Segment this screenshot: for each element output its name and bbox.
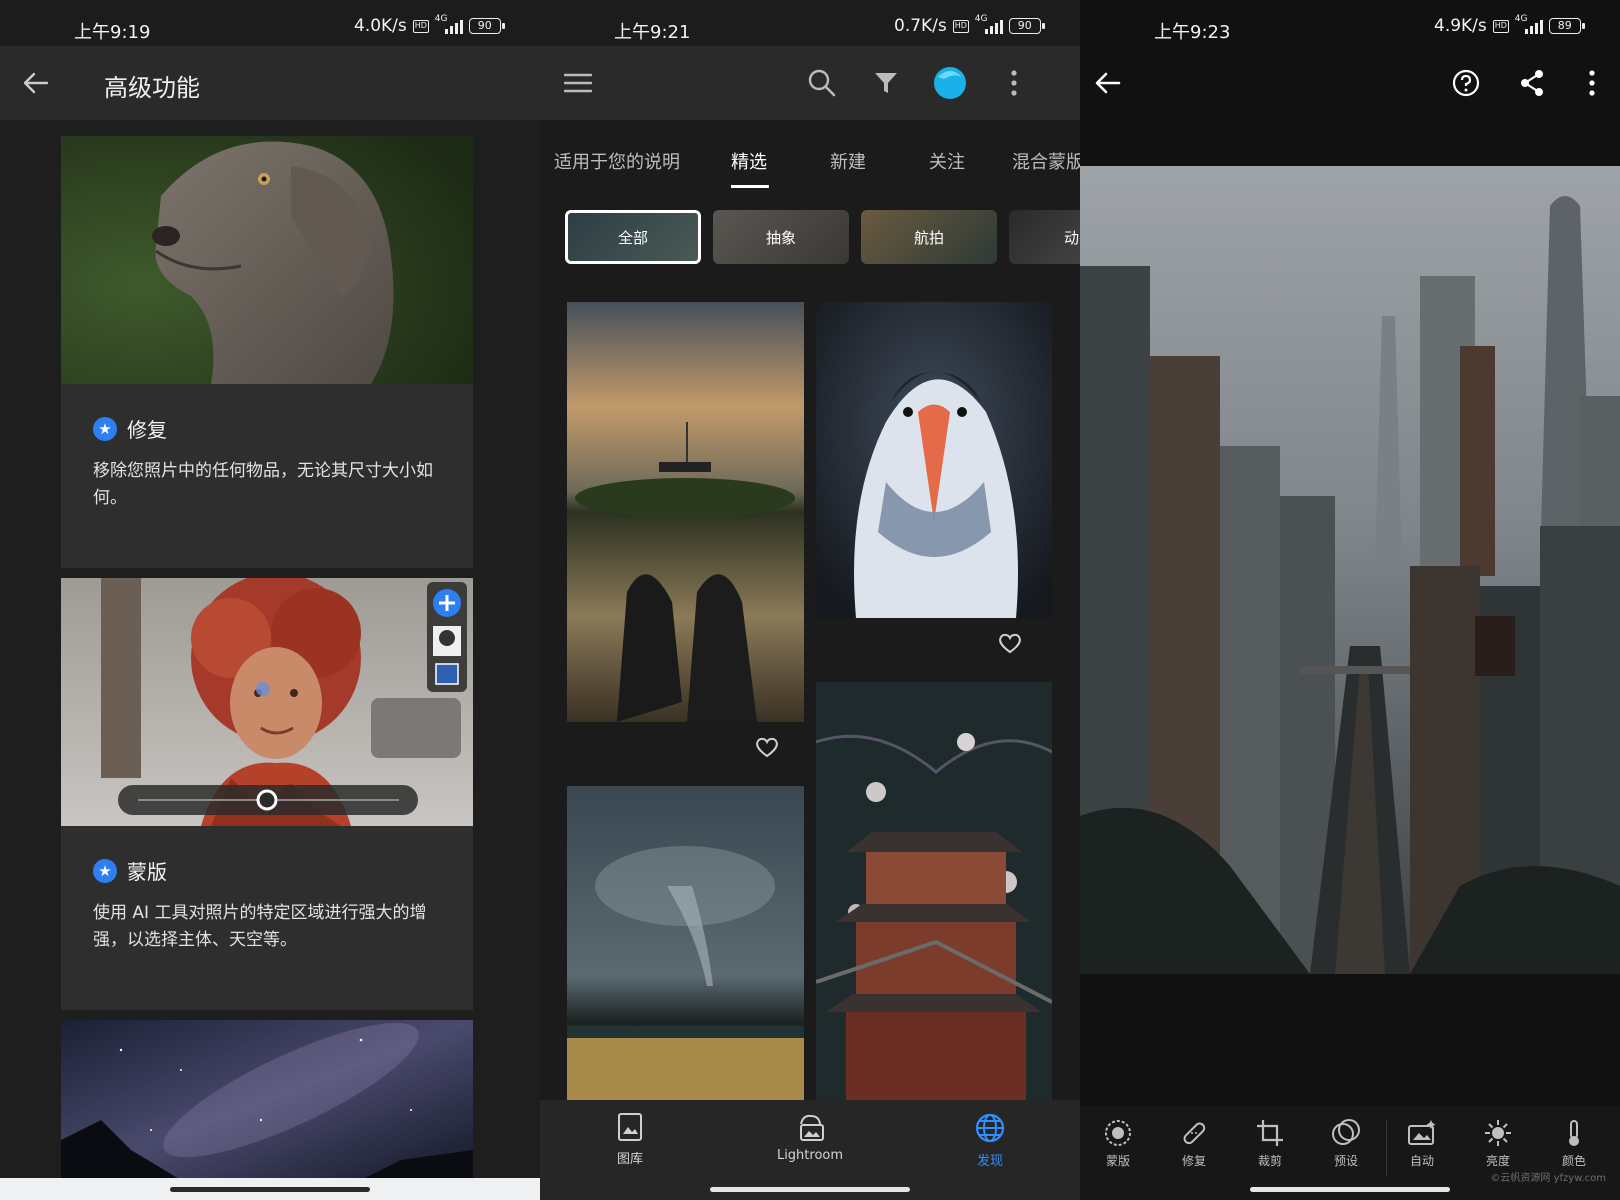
chip-all[interactable]: 全部: [565, 210, 701, 264]
card-description: 移除您照片中的任何物品，无论其尺寸大小如何。: [93, 461, 433, 508]
home-indicator[interactable]: [170, 1187, 370, 1192]
filter-icon[interactable]: [866, 63, 906, 103]
star-icon: ★: [93, 858, 117, 883]
status-right: 0.7K/s HD 4G 90: [894, 14, 1045, 36]
advanced-features-screen: 上午9:19 4.0K/s HD 4G 90 高级功能 ★ 修复 移除您照片中的…: [0, 0, 540, 1200]
top-app-bar: 高级功能: [0, 46, 540, 120]
battery-icon: 90: [468, 18, 505, 34]
more-vert-icon[interactable]: [1572, 63, 1612, 103]
hd-icon: HD: [412, 19, 429, 33]
status-bar: 上午9:23 4.9K/s HD 4G 89: [1080, 0, 1620, 46]
mask-title-row: ★ 蒙版: [93, 856, 167, 885]
auto-icon: [1408, 1120, 1436, 1145]
active-tab-indicator: [731, 185, 769, 188]
presets-icon: [1332, 1119, 1360, 1145]
tab-new[interactable]: 新建: [830, 148, 866, 174]
heal-title-row: ★ 修复: [93, 414, 167, 443]
tab-following[interactable]: 关注: [929, 148, 965, 174]
hd-icon: HD: [1492, 19, 1509, 33]
top-app-bar: [540, 46, 1080, 120]
tab-blend-mask[interactable]: 混合蒙版: [1012, 148, 1080, 174]
thermometer-icon: [1569, 1120, 1579, 1146]
puffin-photo[interactable]: [816, 302, 1052, 618]
heart-icon[interactable]: [998, 632, 1022, 658]
lake-sunset-photo[interactable]: [567, 302, 804, 722]
tool-masking[interactable]: 蒙版: [1088, 1118, 1148, 1169]
network-speed: 4.0K/s: [354, 16, 407, 36]
cloud-photo-icon: [800, 1114, 824, 1141]
network-speed: 4.9K/s: [1434, 16, 1487, 36]
card-title: 修复: [127, 418, 167, 442]
chip-abstract[interactable]: 抽象: [713, 210, 849, 264]
battery-icon: 90: [1008, 18, 1045, 34]
status-right: 4.0K/s HD 4G 90: [354, 14, 505, 36]
milky-way-photo: [61, 1020, 473, 1180]
share-icon[interactable]: [1512, 63, 1552, 103]
storm-photo[interactable]: [567, 786, 804, 1102]
crop-icon: [1257, 1120, 1283, 1146]
tool-light[interactable]: 亮度: [1468, 1118, 1528, 1169]
tool-crop[interactable]: 裁剪: [1240, 1118, 1300, 1169]
tool-color[interactable]: 颜色: [1544, 1118, 1604, 1169]
signal-icon: 4G: [435, 14, 463, 34]
bandage-icon: [1183, 1122, 1206, 1145]
masking-icon: [1105, 1120, 1131, 1146]
heal-feature-card[interactable]: ★ 修复 移除您照片中的任何物品，无论其尺寸大小如何。: [61, 136, 473, 568]
toolbar-divider: [1386, 1120, 1387, 1176]
battery-icon: 89: [1548, 18, 1585, 34]
city-skyline-photo[interactable]: [1080, 166, 1620, 974]
sun-icon: [1485, 1120, 1511, 1146]
stars-feature-card[interactable]: [61, 1020, 473, 1180]
status-time: 上午9:23: [1154, 22, 1231, 43]
chip-animals[interactable]: 动: [1009, 210, 1080, 264]
status-time: 上午9:21: [614, 22, 691, 43]
discover-screen: 上午9:21 0.7K/s HD 4G 90 适用于您的说明 精选 新建 关注 …: [540, 0, 1080, 1200]
nav-discover[interactable]: 发现: [930, 1112, 1050, 1169]
watermark-text: ©云帆资源网 yfzyw.com: [1490, 1173, 1606, 1184]
pagoda-photo[interactable]: [816, 682, 1052, 1102]
mask-feature-card[interactable]: ★ 蒙版 使用 AI 工具对照片的特定区域进行强大的增强，以选择主体、天空等。: [61, 578, 473, 1010]
portrait-photo: [61, 578, 473, 826]
signal-icon: 4G: [1515, 14, 1543, 34]
bottom-navigation: 图库 Lightroom 发现: [540, 1100, 1080, 1200]
edit-toolbar: 蒙版 修复 裁剪 预设 自动 亮度 颜色 ©云帆资源网 yfzyw.com: [1080, 1106, 1620, 1200]
more-vert-icon[interactable]: [994, 63, 1034, 103]
top-app-bar: [1080, 46, 1620, 120]
home-indicator[interactable]: [710, 1187, 910, 1192]
tool-auto[interactable]: 自动: [1392, 1118, 1452, 1169]
search-icon[interactable]: [802, 63, 842, 103]
dog-photo: [61, 136, 473, 384]
category-tabs: 适用于您的说明 精选 新建 关注 混合蒙版: [540, 140, 1080, 190]
page-title: 高级功能: [104, 74, 200, 102]
tool-presets[interactable]: 预设: [1316, 1118, 1376, 1169]
help-icon[interactable]: [1446, 63, 1486, 103]
system-nav-bar: [0, 1178, 540, 1200]
tab-for-you[interactable]: 适用于您的说明: [554, 148, 680, 174]
network-speed: 0.7K/s: [894, 16, 947, 36]
globe-icon: [975, 1113, 1005, 1143]
card-title: 蒙版: [127, 860, 167, 884]
star-icon: ★: [93, 416, 117, 441]
status-time: 上午9:19: [74, 22, 151, 43]
card-description: 使用 AI 工具对照片的特定区域进行强大的增强，以选择主体、天空等。: [93, 903, 427, 950]
photo-editor-screen: 上午9:23 4.9K/s HD 4G 89 蒙版 修复 裁剪 预设 自动 亮度…: [1080, 0, 1620, 1200]
avatar[interactable]: [930, 63, 970, 103]
back-arrow-icon[interactable]: [16, 63, 56, 103]
chip-aerial[interactable]: 航拍: [861, 210, 997, 264]
signal-icon: 4G: [975, 14, 1003, 34]
nav-lightroom[interactable]: Lightroom: [750, 1112, 870, 1163]
tab-featured[interactable]: 精选: [731, 148, 767, 174]
status-bar: 上午9:19 4.0K/s HD 4G 90: [0, 0, 540, 46]
hd-icon: HD: [952, 19, 969, 33]
heart-icon[interactable]: [755, 736, 779, 762]
status-bar: 上午9:21 0.7K/s HD 4G 90: [540, 0, 1080, 46]
status-right: 4.9K/s HD 4G 89: [1434, 14, 1585, 36]
library-icon: [618, 1113, 642, 1141]
tool-healing[interactable]: 修复: [1164, 1118, 1224, 1169]
nav-library[interactable]: 图库: [570, 1112, 690, 1167]
home-indicator[interactable]: [1250, 1187, 1450, 1192]
back-arrow-icon[interactable]: [1088, 63, 1128, 103]
menu-icon[interactable]: [558, 63, 598, 103]
